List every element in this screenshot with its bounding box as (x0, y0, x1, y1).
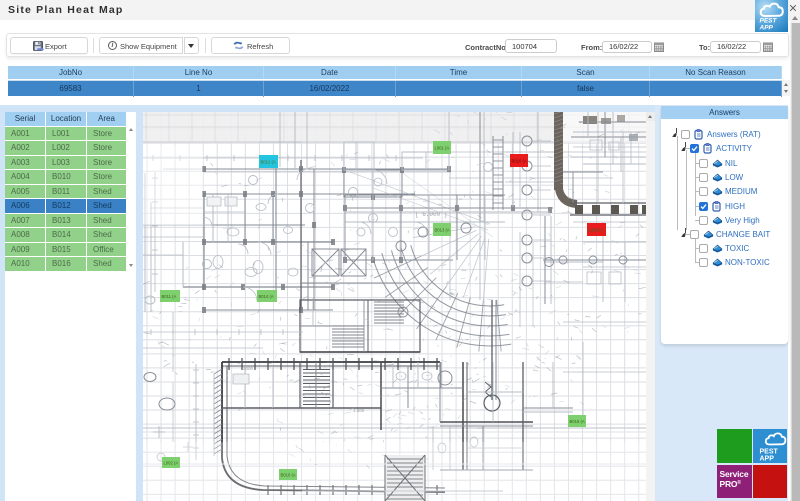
svg-text:PEST: PEST (759, 449, 778, 456)
svg-text:B011 (A: B011 (A (162, 294, 177, 299)
svg-text:L003 (A: L003 (A (589, 227, 604, 232)
svg-text:3000: 3000 (243, 366, 254, 371)
svg-text:APP: APP (759, 25, 774, 32)
svg-text:1.500: 1.500 (353, 408, 365, 413)
svg-text:B013 (A: B013 (A (435, 227, 450, 232)
svg-text:B014 (A: B014 (A (259, 294, 274, 299)
svg-text:B012 (A: B012 (A (261, 159, 276, 164)
svg-text:L001 (A: L001 (A (435, 145, 450, 150)
svg-text:B010 (A: B010 (A (512, 158, 527, 163)
svg-text:L002 (A: L002 (A (164, 460, 179, 465)
svg-text:B010 (A: B010 (A (281, 472, 296, 477)
svg-text:APP: APP (759, 456, 774, 463)
svg-text:B016 (A: B016 (A (570, 419, 585, 424)
svg-text:PEST: PEST (760, 18, 778, 25)
